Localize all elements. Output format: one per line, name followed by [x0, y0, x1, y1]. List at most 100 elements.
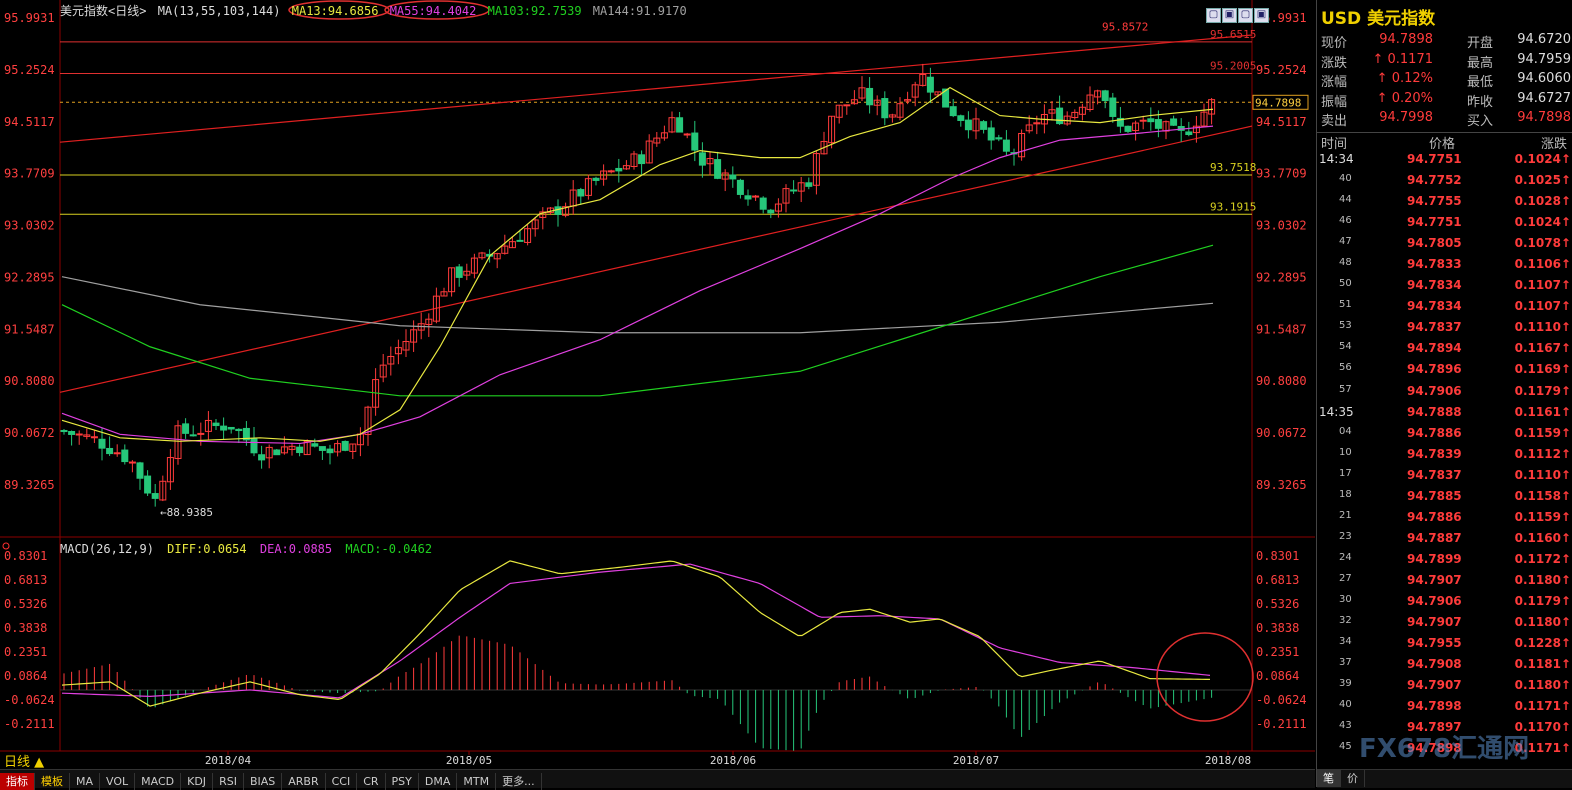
quote-label-2: 最高 [1467, 55, 1494, 71]
tick-row[interactable]: 53 94.7837 0.1110↑ [1317, 320, 1572, 341]
tick-row[interactable]: 04 94.7886 0.1159↑ [1317, 426, 1572, 447]
tick-time: 34 [1339, 636, 1352, 648]
price-tick-right: 91.5487 [1256, 322, 1307, 336]
tick-change: 0.1171↑ [1514, 699, 1571, 714]
tick-price: 94.7751 [1407, 215, 1462, 230]
macd-tick-right: 0.8301 [1256, 549, 1299, 563]
tick-row[interactable]: 23 94.7887 0.1160↑ [1317, 531, 1572, 552]
tab-prices[interactable]: 价 [1341, 770, 1365, 787]
tick-row[interactable]: 27 94.7907 0.1180↑ [1317, 573, 1572, 594]
tick-list[interactable]: 14:34 94.7751 0.1024↑ 40 94.7752 0.1025↑ 4… [1317, 152, 1572, 762]
price-tick-right: 93.7709 [1256, 167, 1307, 181]
tick-row[interactable]: 14:34 94.7751 0.1024↑ [1317, 152, 1572, 173]
tab-1[interactable]: 模板 [35, 773, 70, 790]
tick-row[interactable]: 39 94.7907 0.1180↑ [1317, 678, 1572, 699]
restore-button[interactable]: ▢ [1238, 8, 1253, 23]
candle-body [949, 106, 957, 117]
tab-3[interactable]: VOL [100, 773, 136, 790]
tick-price: 94.7888 [1407, 404, 1462, 419]
tick-row[interactable]: 54 94.7894 0.1167↑ [1317, 341, 1572, 362]
tab-4[interactable]: MACD [135, 773, 182, 790]
tick-row[interactable]: 14:35 94.7888 0.1161↑ [1317, 405, 1572, 426]
tick-row[interactable]: 34 94.7955 0.1228↑ [1317, 636, 1572, 657]
candle-body [151, 493, 159, 499]
tick-row[interactable]: 24 94.7899 0.1172↑ [1317, 552, 1572, 573]
candle-body [113, 452, 121, 455]
tab-6[interactable]: RSI [213, 773, 244, 790]
candle-body [554, 206, 562, 215]
tab-0[interactable]: 指标 [0, 773, 35, 790]
candle-body [136, 462, 144, 479]
tick-change: 0.1181↑ [1514, 657, 1571, 672]
quote-label-2: 开盘 [1467, 36, 1494, 51]
tick-row[interactable]: 51 94.7834 0.1107↑ [1317, 299, 1572, 320]
tick-change: 0.1025↑ [1514, 173, 1571, 188]
tick-row[interactable]: 17 94.7837 0.1110↑ [1317, 468, 1572, 489]
ma13-value: MA13:94.6856 [291, 4, 379, 18]
tab-13[interactable]: MTM [457, 773, 497, 790]
price-tick-right: 92.2895 [1256, 270, 1307, 284]
tick-price: 94.7885 [1407, 488, 1462, 503]
price-tick-right: 90.8080 [1256, 374, 1307, 388]
period-selector[interactable]: 日线 ▲ [4, 751, 44, 770]
macd-highlight-circle [1156, 632, 1254, 722]
tick-price: 94.7886 [1407, 425, 1462, 440]
kline-chart[interactable]: 95.9931 95.993195.2524 95.252494.5117 94.51… [0, 0, 1315, 768]
tab-2[interactable]: MA [70, 773, 101, 790]
tick-row[interactable]: 10 94.7839 0.1112↑ [1317, 447, 1572, 468]
tick-row[interactable]: 21 94.7886 0.1159↑ [1317, 510, 1572, 531]
tick-price: 94.7839 [1407, 446, 1462, 461]
tick-change: 0.1110↑ [1514, 320, 1571, 335]
quote-row: 涨跌 ↑ 0.1171 最高 94.7959 [1317, 52, 1572, 72]
tick-price: 94.7907 [1407, 572, 1462, 587]
tab-11[interactable]: PSY [386, 773, 419, 790]
price-tick-left: 93.0302 [4, 219, 55, 233]
tick-row[interactable]: 47 94.7805 0.1078↑ [1317, 236, 1572, 257]
tick-row[interactable]: 56 94.7896 0.1169↑ [1317, 362, 1572, 383]
candle-body [1147, 118, 1155, 123]
tick-row[interactable]: 57 94.7906 0.1179↑ [1317, 384, 1572, 405]
tick-row[interactable]: 46 94.7751 0.1024↑ [1317, 215, 1572, 236]
tick-time: 30 [1339, 593, 1352, 605]
tab-10[interactable]: CR [357, 773, 386, 790]
price-tick-left: 89.3265 [4, 478, 55, 492]
candle-body [577, 189, 585, 197]
tick-change: 0.1024↑ [1514, 152, 1571, 166]
tick-change: 0.1024↑ [1514, 215, 1571, 230]
tick-row[interactable]: 48 94.7833 0.1106↑ [1317, 257, 1572, 278]
last-price-label: 94.7898 [1255, 96, 1301, 109]
candle-body [683, 133, 691, 136]
tab-trades[interactable]: 笔 [1317, 770, 1341, 787]
lower-trendline [59, 125, 1253, 393]
candle-body [926, 76, 934, 93]
maximize-button[interactable]: ▣ [1254, 8, 1269, 23]
price-tick-left: 92.2895 [4, 270, 55, 284]
tick-row[interactable]: 40 94.7898 0.1171↑ [1317, 699, 1572, 720]
tab-8[interactable]: ARBR [282, 773, 326, 790]
tick-change: 0.1078↑ [1514, 236, 1571, 251]
tab-5[interactable]: KDJ [181, 773, 214, 790]
zoom-out-button[interactable]: ▢ [1206, 8, 1221, 23]
tick-row[interactable]: 30 94.7906 0.1179↑ [1317, 594, 1572, 615]
tab-7[interactable]: BIAS [244, 773, 283, 790]
tab-12[interactable]: DMA [419, 773, 458, 790]
indicator-tabs: 指标 模板 MA VOL MACD KDJ RSI BIAS ARBR CCI CR PSY DMA MT… [0, 769, 1315, 790]
tick-time: 43 [1339, 720, 1352, 732]
tab-14[interactable]: 更多... [496, 773, 542, 790]
zoom-in-button[interactable]: ▣ [1222, 8, 1237, 23]
ma103-line [61, 244, 1214, 397]
tick-change: 0.1159↑ [1514, 425, 1571, 440]
tick-row[interactable]: 50 94.7834 0.1107↑ [1317, 278, 1572, 299]
quote-value-2: 94.6720 [1517, 32, 1571, 47]
quote-label-2: 最低 [1467, 75, 1494, 90]
tick-row[interactable]: 37 94.7908 0.1181↑ [1317, 657, 1572, 678]
price-tick-left: 91.5487 [4, 322, 55, 336]
candle-body [121, 449, 129, 463]
tab-9[interactable]: CCI [326, 773, 358, 790]
tick-row[interactable]: 32 94.7907 0.1180↑ [1317, 615, 1572, 636]
chart-area[interactable]: 95.9931 95.9931 95.2524 95.2524 94.5117 94.51… [0, 0, 1315, 768]
tick-row[interactable]: 18 94.7885 0.1158↑ [1317, 489, 1572, 510]
tick-change: 0.1161↑ [1514, 404, 1571, 419]
tick-row[interactable]: 40 94.7752 0.1025↑ [1317, 173, 1572, 194]
tick-row[interactable]: 44 94.7755 0.1028↑ [1317, 194, 1572, 215]
